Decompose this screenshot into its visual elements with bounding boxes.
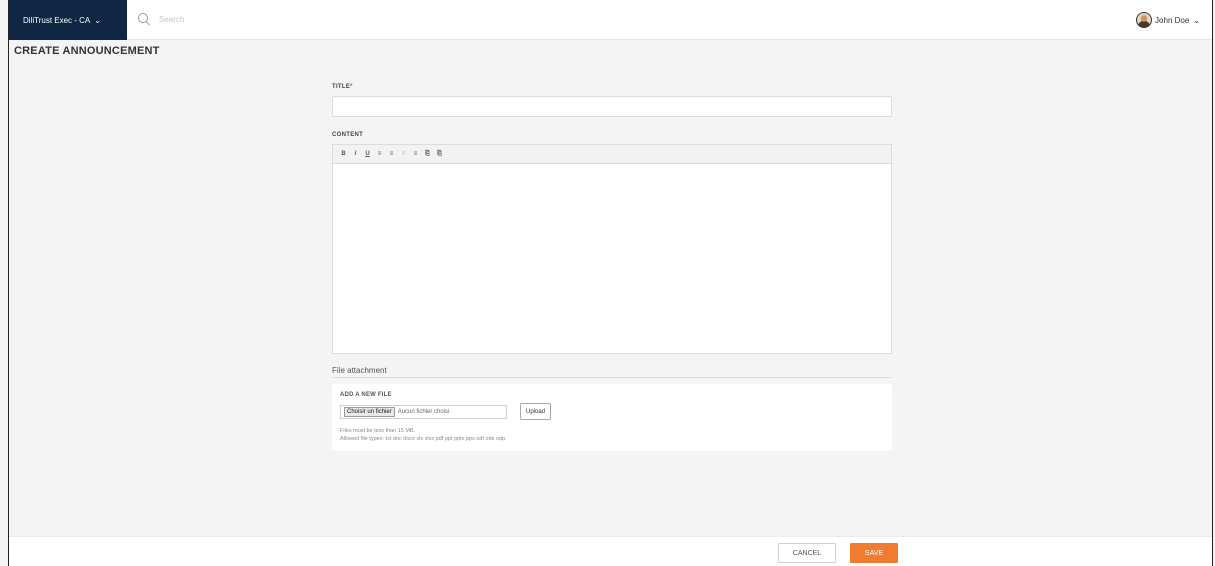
choose-file-button[interactable]: Choisir un fichier [344, 406, 395, 417]
title-label: TITLE* [332, 84, 892, 90]
page-title: CREATE ANNOUNCEMENT [14, 45, 160, 57]
numbered-list-button[interactable]: ≡ [387, 149, 396, 159]
app-frame: DiliTrust Exec - CA ⌄ John Doe ⌄ CREATE … [8, 0, 1213, 566]
no-file-text: Aucun fichier choisi [397, 408, 450, 415]
cancel-button[interactable]: CANCEL [778, 543, 836, 563]
chevron-down-icon: ⌄ [94, 15, 101, 25]
chevron-down-icon: ⌄ [1193, 15, 1200, 25]
footer-bar: CANCEL SAVE [9, 536, 1212, 566]
size-hint: Files must be less than 15 MB. [340, 428, 416, 434]
content-label: CONTENT [332, 132, 364, 138]
indent-button[interactable]: ≡ [411, 149, 420, 159]
editor-toolbar: B I U ≡ ≡ ≡ ≡ ⎘ ⎘ [333, 145, 891, 164]
attachment-heading: File attachment [332, 366, 387, 375]
paste-button[interactable]: ⎘ [423, 149, 432, 159]
bulleted-list-button[interactable]: ≡ [375, 149, 384, 159]
announcement-form: TITLE* CONTENT B I U ≡ ≡ ≡ ≡ ⎘ ⎘ File at… [332, 84, 892, 451]
upload-button[interactable]: Upload [520, 403, 552, 420]
divider [332, 377, 892, 378]
file-picker: Choisir un fichier Aucun fichier choisi [340, 404, 507, 419]
title-label-text: TITLE [332, 84, 351, 90]
organization-switcher[interactable]: DiliTrust Exec - CA ⌄ [9, 0, 127, 40]
avatar [1136, 12, 1153, 28]
search-icon[interactable] [137, 12, 151, 26]
search-bar [137, 12, 359, 26]
top-bar: DiliTrust Exec - CA ⌄ John Doe ⌄ [9, 0, 1212, 40]
save-button[interactable]: SAVE [850, 543, 898, 563]
paste-text-button[interactable]: ⎘ [435, 149, 444, 159]
underline-button[interactable]: U [363, 149, 372, 159]
user-name: John Doe [1155, 15, 1190, 25]
title-input[interactable] [332, 96, 892, 117]
attachment-panel: ADD A NEW FILE Choisir un fichier Aucun … [332, 384, 892, 451]
user-menu[interactable]: John Doe ⌄ [1136, 12, 1200, 28]
file-row: Choisir un fichier Aucun fichier choisi … [340, 403, 884, 420]
content-textarea[interactable] [333, 164, 891, 354]
organization-label: DiliTrust Exec - CA [23, 15, 91, 25]
search-input[interactable] [159, 14, 359, 24]
bold-button[interactable]: B [339, 149, 348, 159]
outdent-button[interactable]: ≡ [399, 149, 408, 159]
add-file-label: ADD A NEW FILE [340, 392, 392, 398]
required-mark: * [350, 84, 353, 90]
content-editor: B I U ≡ ≡ ≡ ≡ ⎘ ⎘ [332, 144, 892, 354]
italic-button[interactable]: I [351, 149, 360, 159]
types-hint: Allowed file types: txt doc docx xls xls… [340, 436, 507, 442]
